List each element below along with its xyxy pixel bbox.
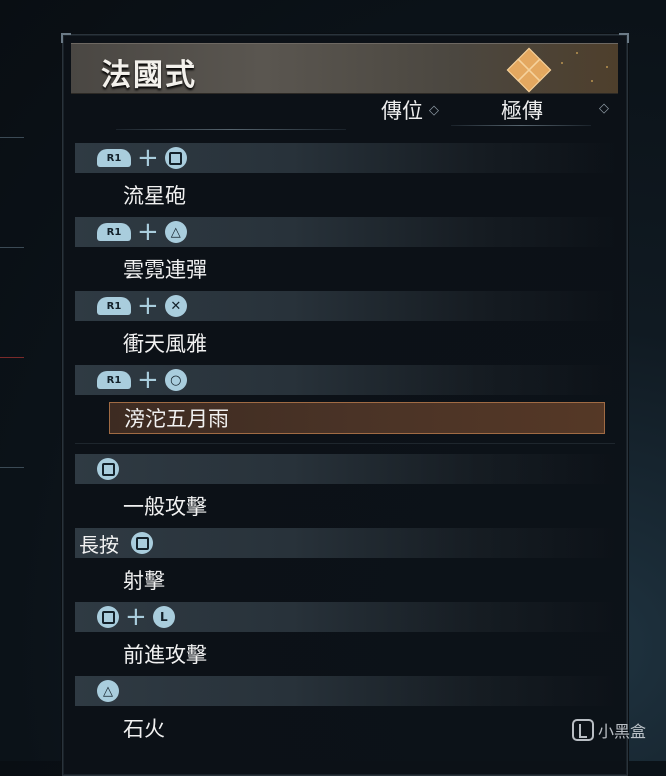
r1-button-icon: R1 (97, 223, 131, 241)
diamond-icon: ◇ (599, 101, 609, 116)
command-row: △ (75, 676, 615, 706)
move-item[interactable]: 雲霓連彈 (123, 254, 207, 284)
style-emblem-icon (506, 47, 552, 93)
plus-icon: + (125, 602, 147, 632)
watermark-text: 小黑盒 (597, 722, 646, 741)
move-item[interactable]: 石火 (123, 713, 165, 743)
tab-label: 極傳 (501, 99, 543, 123)
square-button-icon (131, 532, 153, 554)
left-stick-icon: L (152, 606, 175, 628)
square-button-icon (97, 606, 119, 628)
r1-button-icon: R1 (97, 149, 131, 167)
plus-icon: + (137, 365, 159, 395)
tab-row: 傳位 ◇ 極傳 ◇ (71, 95, 618, 130)
move-item[interactable]: 射擊 (123, 565, 165, 595)
command-row (75, 454, 615, 484)
command-row: R1 + △ (75, 217, 615, 247)
panel-title: 法國式 (101, 58, 197, 93)
plus-icon: + (137, 143, 159, 173)
tab-ultimate[interactable]: 極傳 (501, 95, 543, 125)
diamond-icon: ◇ (429, 102, 439, 118)
watermark: 小黑盒 (571, 718, 646, 742)
circle-button-icon: ○ (164, 369, 187, 391)
move-item-selected[interactable]: 滂沱五月雨 (109, 402, 605, 434)
square-button-icon (164, 147, 187, 169)
heybox-logo-icon (571, 719, 594, 741)
move-item[interactable]: 一般攻擊 (123, 491, 207, 521)
command-row: R1 + ✕ (75, 291, 615, 321)
command-row: R1 + (75, 143, 615, 173)
tab-label: 傳位 (381, 99, 423, 123)
command-row: + L (75, 602, 615, 632)
hold-label: 長按 (79, 532, 119, 557)
plus-icon: + (137, 291, 159, 321)
panel-title-bar: 法國式 (71, 43, 618, 94)
triangle-button-icon: △ (97, 680, 119, 702)
command-row: 長按 (75, 528, 615, 558)
cross-button-icon: ✕ (164, 295, 187, 317)
r1-button-icon: R1 (97, 371, 131, 389)
move-item[interactable]: 前進攻擊 (123, 639, 207, 669)
move-list-panel: 法國式 傳位 ◇ 極傳 ◇ R1 + 流星砲 R1 + △ 雲霓連彈 R1 + … (61, 33, 629, 776)
command-row: R1 + ○ (75, 365, 615, 395)
triangle-button-icon: △ (164, 221, 187, 243)
tab-transmission[interactable]: 傳位 ◇ (381, 95, 439, 125)
r1-button-icon: R1 (97, 297, 131, 315)
plus-icon: + (137, 217, 159, 247)
square-button-icon (97, 458, 119, 480)
move-item[interactable]: 衝天風雅 (123, 328, 207, 358)
move-item[interactable]: 流星砲 (123, 180, 186, 210)
